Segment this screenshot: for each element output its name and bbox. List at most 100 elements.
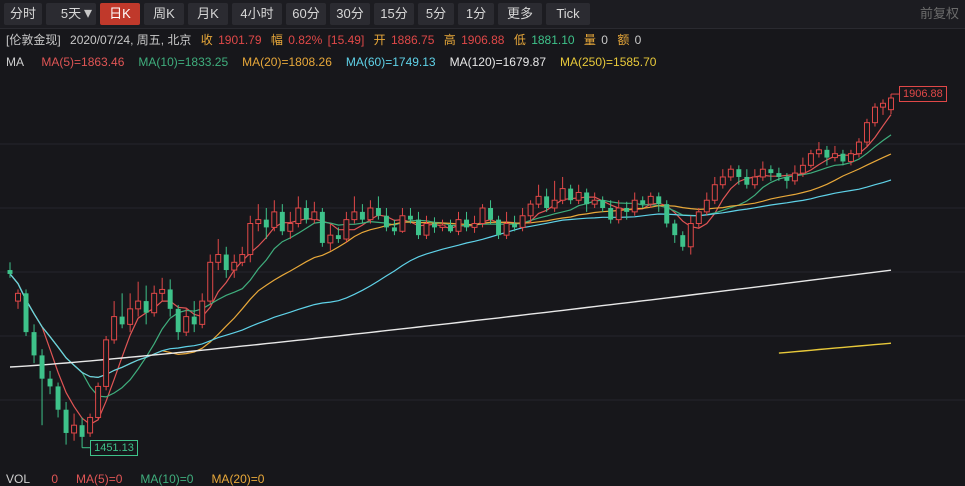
candle-body <box>824 149 830 158</box>
tab-8[interactable]: 15分 <box>374 3 414 25</box>
candle-body <box>111 316 118 341</box>
candle <box>15 289 21 309</box>
tab-9[interactable]: 5分 <box>418 3 454 25</box>
candle <box>295 196 302 228</box>
candle <box>568 184 574 205</box>
candle <box>319 208 325 247</box>
candle <box>47 370 53 395</box>
candle-body <box>776 173 782 177</box>
candle <box>87 413 94 437</box>
candle-body <box>608 208 614 220</box>
tab-2[interactable]: 日K <box>100 3 140 25</box>
high-price-marker: 1906.88 <box>898 86 947 103</box>
amount-value: 0 <box>634 33 642 47</box>
candle <box>111 301 118 344</box>
tab-6[interactable]: 60分 <box>286 3 326 25</box>
tab-10[interactable]: 1分 <box>458 3 494 25</box>
candle <box>680 231 686 251</box>
candle-body <box>759 168 766 178</box>
candle-body <box>263 219 269 228</box>
candle <box>279 204 285 236</box>
ma-line-2 <box>9 153 892 379</box>
candle-body <box>471 223 478 228</box>
candle <box>479 204 486 228</box>
range-label: 幅 <box>270 33 283 47</box>
candle-body <box>736 169 742 177</box>
vol-legend-item-0: 0 <box>51 472 59 486</box>
candle <box>768 165 774 181</box>
candle-body <box>496 219 502 236</box>
candle <box>95 382 102 420</box>
candle <box>575 184 582 205</box>
candle <box>223 246 229 278</box>
candle-body <box>855 141 862 155</box>
candle <box>535 184 542 208</box>
candle <box>855 138 862 158</box>
candle <box>727 165 734 181</box>
candle <box>711 176 718 205</box>
vol-legend-item-2: MA(10)=0 <box>140 472 194 486</box>
candle-body <box>175 308 181 333</box>
candle <box>103 336 110 391</box>
quote-info-bar: [伦敦金现] 2020/07/24, 周五, 北京 收 1901.79 幅 0.… <box>6 31 647 48</box>
open-value: 1886.75 <box>391 33 435 47</box>
candle-body <box>191 316 197 325</box>
range-abs: [15.49] <box>327 33 365 47</box>
vol-value: 0 <box>601 33 608 47</box>
candle <box>519 208 526 232</box>
candle <box>687 215 694 255</box>
candlestick-chart[interactable] <box>0 72 965 470</box>
candle <box>71 413 78 441</box>
tab-5[interactable]: 4小时 <box>232 3 282 25</box>
candle-body <box>807 153 814 166</box>
candle-body <box>535 195 542 205</box>
candle <box>559 176 566 205</box>
tab-7[interactable]: 30分 <box>330 3 370 25</box>
candle-body <box>399 215 406 232</box>
candle-body <box>575 191 582 201</box>
candle <box>175 304 181 340</box>
candle-body <box>47 378 53 387</box>
candle-body <box>231 261 238 271</box>
candle-body <box>167 289 173 309</box>
range-pct: 0.82% <box>288 33 323 47</box>
tab-0[interactable]: 分时 <box>4 3 42 25</box>
candle <box>31 324 37 364</box>
candle-body <box>751 176 758 186</box>
candle <box>791 165 798 185</box>
candle <box>359 204 365 224</box>
ma-legend: MA MA(5)=1863.46 MA(10)=1833.25 MA(20)=180… <box>6 55 670 69</box>
candle-body <box>624 208 630 212</box>
close-value: 1901.79 <box>218 33 262 47</box>
candle <box>600 196 606 212</box>
candle <box>439 219 446 232</box>
tab-4[interactable]: 月K <box>188 3 228 25</box>
tab-3[interactable]: 周K <box>144 3 184 25</box>
candle-body <box>527 203 534 217</box>
candle <box>167 279 173 317</box>
candle <box>39 349 45 426</box>
tab-11[interactable]: 更多 <box>498 3 542 25</box>
candle-body <box>55 386 61 410</box>
candle-body <box>799 164 806 174</box>
candle <box>391 219 397 236</box>
candle-body <box>119 316 125 325</box>
candle-body <box>584 192 590 205</box>
candle-body <box>351 211 358 221</box>
vol-legend-item-3: MA(20)=0 <box>211 472 265 486</box>
candle <box>135 281 142 317</box>
candle <box>759 161 766 181</box>
candle <box>656 192 662 212</box>
candle-body <box>407 215 413 220</box>
tab-12[interactable]: Tick <box>546 3 590 25</box>
candle <box>119 293 125 329</box>
candle-body <box>847 153 854 162</box>
candle-body <box>39 355 45 379</box>
candle-body <box>455 219 462 232</box>
candle-body <box>431 223 437 228</box>
candle <box>367 200 374 224</box>
candle <box>207 254 214 305</box>
candle-body <box>127 308 134 325</box>
adjust-button[interactable]: 前复权 <box>920 3 959 25</box>
candle-body <box>135 300 142 310</box>
